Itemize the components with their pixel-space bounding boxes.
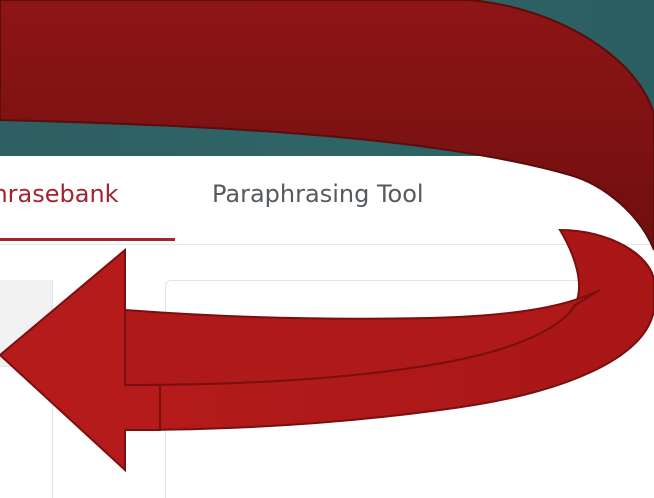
- tab-phrasebank[interactable]: Phrasebank: [0, 180, 119, 208]
- screenshot-stage: Phrasebank Paraphrasing Tool: [0, 0, 654, 498]
- tab-paraphrasing-tool[interactable]: Paraphrasing Tool: [212, 180, 424, 208]
- left-panel-header: [0, 280, 52, 367]
- right-panel: [165, 280, 654, 498]
- header-banner: [0, 0, 654, 156]
- active-tab-underline: [0, 238, 175, 241]
